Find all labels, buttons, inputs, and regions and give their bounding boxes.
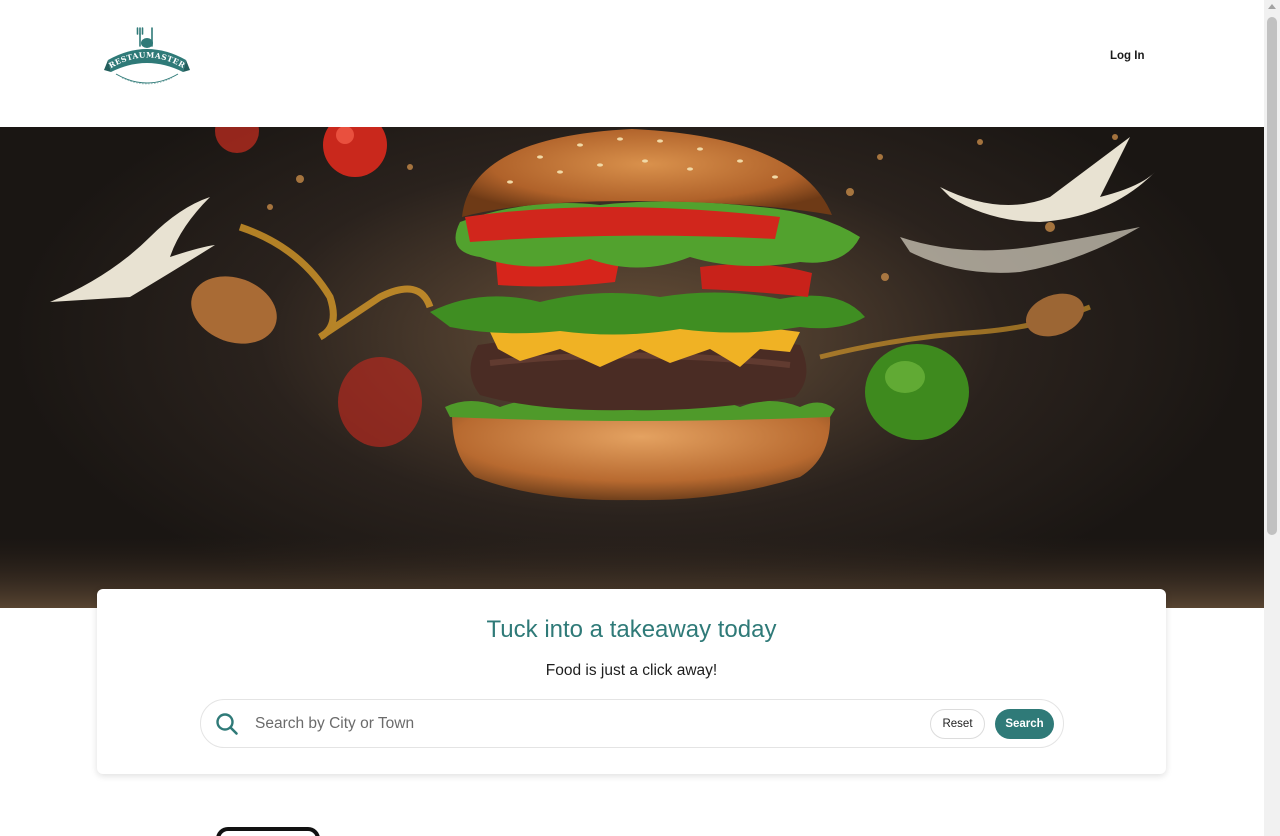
- login-link[interactable]: Log In: [1110, 50, 1145, 62]
- hero-subtitle: Food is just a click away!: [545, 662, 718, 679]
- page: RESTAUMASTER Log In Tuck into a takeaway…: [0, 0, 1264, 836]
- search-icon: [215, 712, 239, 736]
- search-card: Tuck into a takeaway today Food is just …: [97, 589, 1166, 774]
- scrollbar-thumb[interactable]: [1267, 17, 1277, 535]
- hero-title: Tuck into a takeaway today: [486, 616, 777, 643]
- search-button[interactable]: Search: [995, 709, 1054, 739]
- search-input[interactable]: [255, 710, 915, 738]
- hero-banner-image: [0, 127, 1264, 608]
- restaumaster-logo[interactable]: RESTAUMASTER: [104, 26, 190, 88]
- page-scrollbar[interactable]: [1264, 0, 1280, 836]
- search-bar: Reset Search: [200, 699, 1064, 748]
- scroll-up-arrow-icon[interactable]: [1268, 4, 1276, 9]
- reset-button[interactable]: Reset: [930, 709, 985, 739]
- site-header: RESTAUMASTER Log In: [0, 0, 1264, 127]
- section-icon: [216, 827, 320, 836]
